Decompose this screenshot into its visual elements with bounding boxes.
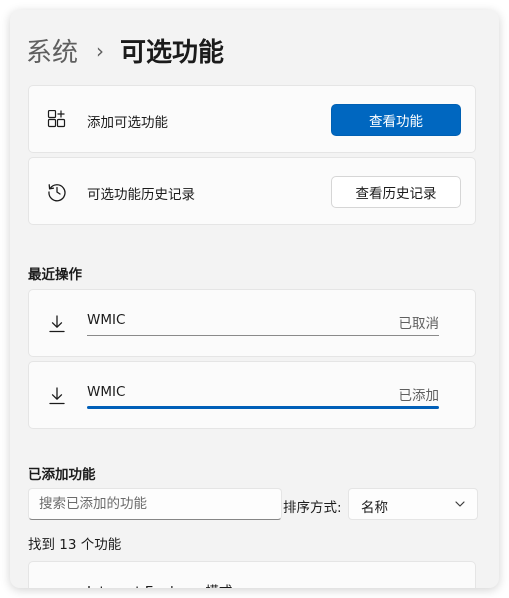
chevron-down-icon [455,501,465,507]
download-icon [49,387,65,405]
view-features-button[interactable]: 查看功能 [331,104,461,136]
recent-item-progress-track [87,335,439,336]
installed-section-title: 已添加功能 [28,467,96,483]
recent-item-name: WMIC [87,384,126,400]
page-title: 可选功能 [120,38,225,68]
sort-select-value: 名称 [361,500,388,516]
recent-section-title: 最近操作 [28,267,82,283]
feature-icon [47,582,67,588]
recent-item-progress-bar [87,406,439,409]
breadcrumb: 系统 › 可选功能 [26,32,224,69]
installed-feature-item[interactable]: Internet Explorer 模式 [28,561,476,588]
found-count: 找到 13 个功能 [28,537,122,553]
search-installed-input[interactable] [28,488,282,520]
download-icon [49,315,65,333]
breadcrumb-parent-system[interactable]: 系统 [26,32,78,69]
recent-item-status: 已添加 [398,388,440,404]
history-icon [48,184,66,202]
view-history-button[interactable]: 查看历史记录 [331,176,461,208]
recent-item-card: WMIC 已取消 [28,289,476,357]
sort-select[interactable]: 名称 [348,488,478,520]
add-feature-icon [47,110,66,128]
installed-feature-name: Internet Explorer 模式 [87,580,232,588]
history-label: 可选功能历史记录 [87,187,195,203]
breadcrumb-separator: › [96,38,105,63]
history-card: 可选功能历史记录 查看历史记录 [28,157,476,225]
recent-item-card: WMIC 已添加 [28,361,476,429]
sort-label: 排序方式: [283,500,342,516]
add-feature-card: 添加可选功能 查看功能 [28,85,476,153]
recent-item-status: 已取消 [398,316,440,332]
settings-window: 系统 › 可选功能 添加可选功能 查看功能 可选功能历史记录 查看历史记录 最近… [10,10,499,588]
recent-item-name: WMIC [87,312,126,328]
add-feature-label: 添加可选功能 [87,115,168,131]
